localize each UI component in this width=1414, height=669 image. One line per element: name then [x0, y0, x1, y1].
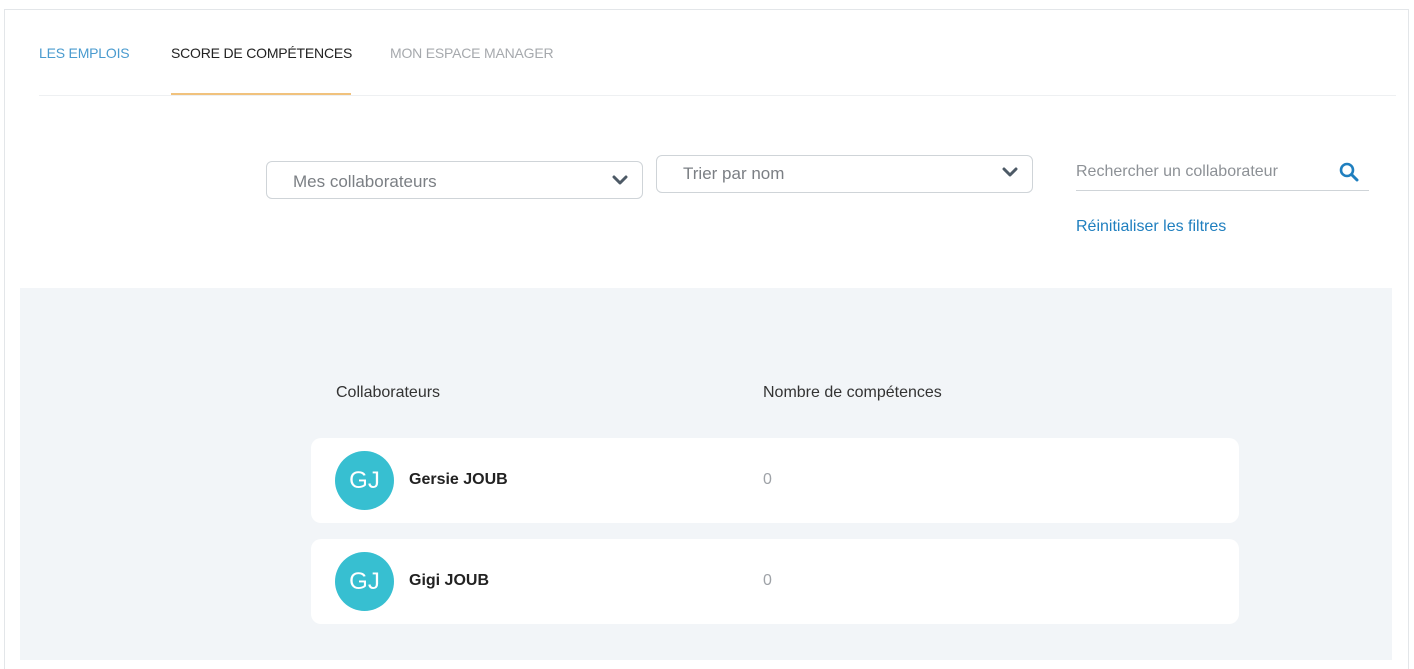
sort-select-value: Trier par nom: [683, 164, 785, 183]
search-input[interactable]: [1076, 161, 1326, 183]
collaborator-name: Gersie JOUB: [409, 471, 508, 488]
tab-bar: LES EMPLOIS SCORE DE COMPÉTENCES MON ESP…: [39, 20, 1396, 96]
column-header-collaborateurs: Collaborateurs: [336, 384, 441, 401]
sort-select[interactable]: Trier par nom: [656, 155, 1033, 193]
avatar: GJ: [335, 451, 394, 510]
collaborator-name: Gigi JOUB: [409, 572, 490, 589]
chevron-down-icon: [1002, 167, 1018, 177]
search-icon[interactable]: [1339, 162, 1359, 182]
collaborators-select[interactable]: Mes collaborateurs: [266, 161, 643, 199]
search-field: [1076, 155, 1369, 191]
avatar: GJ: [335, 552, 394, 611]
reset-filters-link[interactable]: Réinitialiser les filtres: [1076, 218, 1226, 236]
tab-score-de-competences[interactable]: SCORE DE COMPÉTENCES: [171, 20, 352, 95]
column-header-nombre-competences: Nombre de compétences: [763, 384, 942, 401]
table-row[interactable]: GJ Gigi JOUB 0: [311, 539, 1239, 624]
tab-mon-espace-manager[interactable]: MON ESPACE MANAGER: [390, 20, 554, 95]
competence-count: 0: [763, 572, 772, 589]
tab-les-emplois[interactable]: LES EMPLOIS: [39, 20, 130, 95]
chevron-down-icon: [612, 175, 628, 185]
competence-count: 0: [763, 471, 772, 488]
collaborators-select-value: Mes collaborateurs: [293, 172, 437, 191]
table-row[interactable]: GJ Gersie JOUB 0: [311, 438, 1239, 523]
